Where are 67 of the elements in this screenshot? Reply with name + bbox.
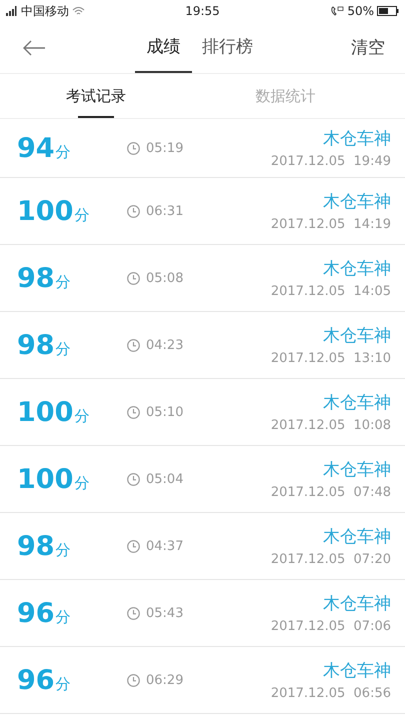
record-date: 2017.12.05 07:48 [270,485,391,500]
duration-text: 05:43 [146,606,184,620]
score-value: 96 [17,598,55,628]
wifi-icon [72,6,85,16]
record-date: 2017.12.05 07:06 [270,619,391,634]
duration-text: 04:23 [146,338,184,352]
user-name: 木仓车神 [323,459,391,481]
score-value: 98 [17,330,55,360]
status-time: 19:55 [185,4,220,18]
score-unit: 分 [74,206,90,224]
user-name: 木仓车神 [323,191,391,213]
clock-icon [127,338,140,352]
score-unit: 分 [56,142,71,162]
score-value: 100 [17,464,74,494]
record-date: 2017.12.05 14:05 [270,284,391,299]
signal-icon [6,6,18,16]
duration-text: 05:08 [146,270,184,286]
user-name: 木仓车神 [323,128,391,150]
score-value: 98 [17,530,55,562]
score-value: 98 [17,262,55,294]
clock-icon [127,142,140,154]
battery-percent: 50% [347,4,374,18]
score-value: 96 [17,664,55,696]
clear-button[interactable]: 清空 [351,36,385,59]
duration-text: 05:04 [146,472,184,486]
sub-tab[interactable]: 考试记录 [66,74,126,118]
back-arrow-icon [22,40,46,56]
score-value: 100 [17,396,74,428]
back-button[interactable] [22,40,46,56]
score-unit: 分 [74,406,90,426]
score-unit: 分 [56,540,71,560]
record-date: 2017.12.05 14:19 [270,217,391,232]
call-hd-icon [330,6,344,16]
clock-icon [127,472,140,486]
user-name: 木仓车神 [323,325,391,347]
user-name: 木仓车神 [323,526,391,548]
record-date: 2017.12.05 13:10 [270,351,391,366]
duration-text: 06:29 [146,672,184,688]
clock-icon [127,406,140,418]
clock-icon [127,606,140,620]
user-name: 木仓车神 [323,660,391,682]
clock-icon [127,540,140,552]
user-name: 木仓车神 [323,593,391,615]
record-date: 2017.12.05 10:08 [270,418,391,433]
user-name: 木仓车神 [323,392,391,414]
battery-icon [377,6,399,16]
clock-icon [127,272,140,284]
score-unit: 分 [56,272,71,292]
duration-text: 05:19 [146,140,184,156]
score-unit: 分 [56,340,71,358]
duration-text: 06:31 [146,204,184,218]
score-unit: 分 [74,474,90,492]
record-date: 2017.12.05 07:20 [270,552,391,567]
duration-text: 04:37 [146,538,184,554]
score-value: 100 [17,196,74,226]
score-unit: 分 [56,674,71,694]
score-unit: 分 [56,608,71,626]
score-value: 94 [17,132,55,164]
clock-icon [127,674,140,686]
record-date: 2017.12.05 06:56 [270,686,391,701]
carrier-name: 中国移动 [21,2,69,20]
duration-text: 05:10 [146,404,184,420]
user-name: 木仓车神 [323,258,391,280]
header-tab[interactable]: 成绩 [135,22,192,73]
header-tab[interactable]: 排行榜 [198,22,257,73]
record-date: 2017.12.05 19:49 [270,154,391,169]
clock-icon [127,204,140,218]
